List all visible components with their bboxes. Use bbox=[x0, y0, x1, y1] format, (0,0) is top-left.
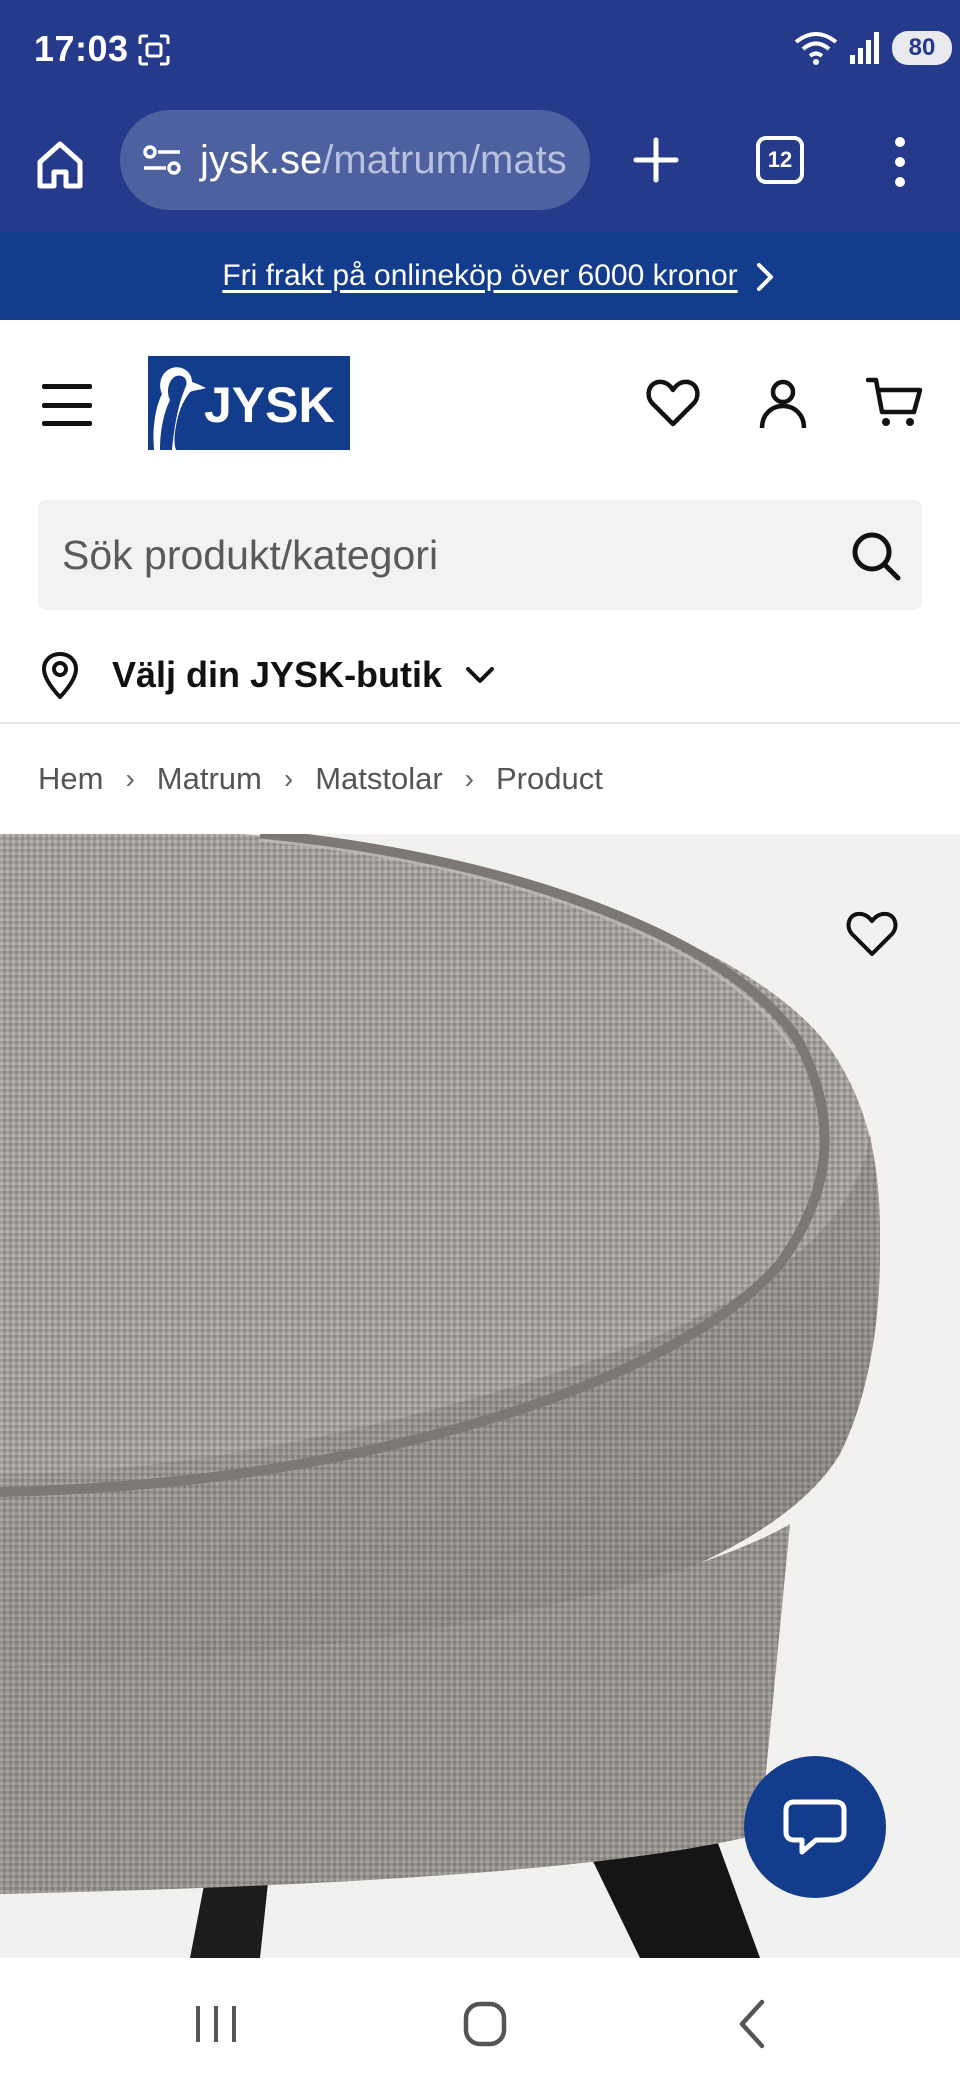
breadcrumb-item-matrum[interactable]: Matrum bbox=[157, 761, 262, 797]
screenshot-icon bbox=[138, 34, 170, 66]
signal-icon bbox=[850, 32, 879, 64]
wifi-icon bbox=[794, 32, 838, 65]
search-icon[interactable] bbox=[850, 530, 902, 582]
battery-icon: 80 bbox=[892, 31, 952, 65]
home-icon bbox=[37, 141, 83, 189]
recent-apps-icon[interactable] bbox=[186, 1996, 246, 2052]
plus-icon[interactable] bbox=[626, 130, 686, 190]
breadcrumb-item-matstolar[interactable]: Matstolar bbox=[315, 761, 442, 797]
more-icon[interactable] bbox=[880, 132, 920, 192]
status-time: 17:03 bbox=[34, 28, 129, 69]
menu-icon[interactable] bbox=[42, 384, 92, 426]
promo-banner[interactable]: Fri frakt på onlineköp över 6000 kronor bbox=[0, 232, 960, 320]
favorite-heart-icon[interactable] bbox=[844, 906, 900, 962]
chevron-down-icon bbox=[466, 667, 495, 683]
url-path: /matrum/mats bbox=[322, 137, 567, 182]
jysk-logo-mark: JYSK bbox=[153, 367, 335, 450]
chevron-right-icon bbox=[757, 263, 773, 291]
browser-toolbar: jysk.se/matrum/mats 12 bbox=[0, 104, 960, 232]
breadcrumb: Hem › Matrum › Matstolar › Product bbox=[38, 754, 603, 804]
user-icon[interactable] bbox=[754, 374, 812, 432]
home-button[interactable] bbox=[30, 132, 90, 198]
url-domain: jysk.se bbox=[200, 137, 323, 182]
status-bar: 17:03 80 bbox=[0, 0, 960, 104]
home-nav-icon[interactable] bbox=[454, 1996, 514, 2052]
promo-text[interactable]: Fri frakt på onlineköp över 6000 kronor bbox=[222, 259, 737, 293]
url-text: jysk.se/matrum/mats bbox=[200, 138, 567, 183]
breadcrumb-item-product: Product bbox=[496, 761, 603, 796]
tabs-icon[interactable]: 12 bbox=[756, 136, 804, 184]
divider bbox=[0, 722, 960, 724]
url-field[interactable]: jysk.se/matrum/mats bbox=[120, 110, 590, 210]
heart-icon[interactable] bbox=[644, 374, 702, 432]
back-icon[interactable] bbox=[724, 1996, 784, 2052]
location-pin-icon bbox=[41, 651, 79, 699]
cart-icon[interactable] bbox=[866, 374, 924, 432]
search-box bbox=[38, 500, 922, 610]
breadcrumb-separator: › bbox=[125, 763, 135, 794]
breadcrumb-separator: › bbox=[283, 763, 294, 794]
jysk-logo[interactable]: JYSK bbox=[148, 356, 350, 450]
breadcrumb-separator: › bbox=[464, 763, 474, 794]
store-selector[interactable]: Välj din JYSK-butik bbox=[38, 640, 538, 710]
chat-button[interactable] bbox=[744, 1756, 886, 1898]
site-header: JYSK bbox=[0, 320, 960, 490]
breadcrumb-item-hem[interactable]: Hem bbox=[38, 761, 103, 797]
system-nav-bar bbox=[0, 1958, 960, 2080]
chat-icon bbox=[783, 1799, 847, 1855]
store-label[interactable]: Välj din JYSK-butik bbox=[112, 654, 442, 696]
search-input[interactable] bbox=[62, 500, 802, 610]
site-settings-icon[interactable] bbox=[142, 143, 182, 177]
logo-text: JYSK bbox=[204, 377, 335, 433]
